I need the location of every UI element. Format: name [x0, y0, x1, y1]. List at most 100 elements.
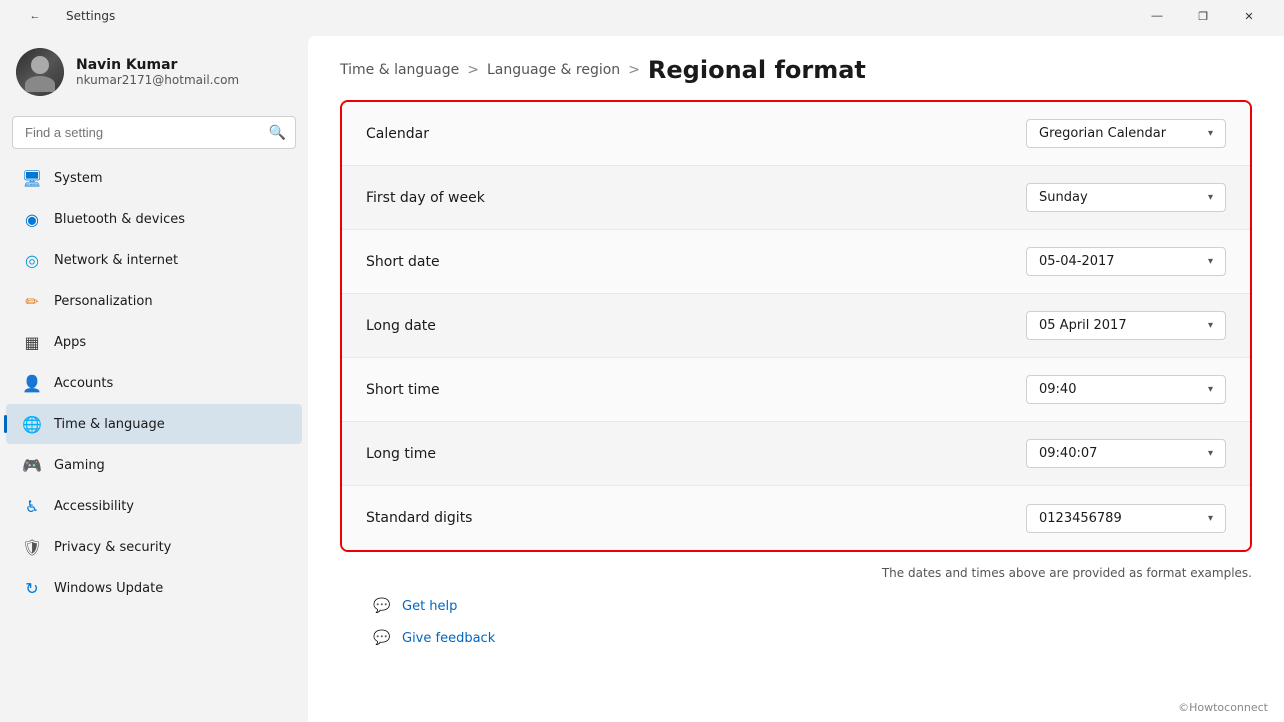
setting-label-6: Standard digits [366, 510, 472, 526]
setting-row-6: Standard digits 0123456789 ▾ [342, 486, 1250, 550]
chevron-down-icon-4: ▾ [1208, 384, 1213, 395]
sidebar-item-accounts[interactable]: 👤Accounts [6, 363, 302, 403]
help-icon: 💬 [372, 596, 392, 616]
sidebar-item-label-update: Windows Update [54, 581, 163, 596]
setting-value-3: 05 April 2017 [1039, 318, 1127, 333]
search-box: 🔍 [12, 116, 296, 149]
setting-label-1: First day of week [366, 190, 485, 206]
give-feedback-label: Give feedback [402, 631, 495, 646]
sidebar-item-update[interactable]: ↻ Windows Update [6, 568, 302, 608]
setting-value-1: Sunday [1039, 190, 1088, 205]
setting-dropdown-4[interactable]: 09:40 ▾ [1026, 375, 1226, 404]
breadcrumb-part2[interactable]: Language & region [487, 62, 620, 78]
user-profile: Navin Kumar nkumar2171@hotmail.com [0, 32, 308, 112]
watermark: ©Howtoconnect [308, 697, 1284, 722]
search-icon: 🔍 [269, 125, 286, 141]
setting-row-2: Short date 05-04-2017 ▾ [342, 230, 1250, 294]
titlebar-left: ← Settings [12, 0, 115, 32]
maximize-button[interactable]: ❐ [1180, 0, 1226, 32]
update-icon: ↻ [22, 578, 42, 598]
setting-dropdown-3[interactable]: 05 April 2017▾ [1026, 311, 1226, 340]
setting-dropdown-2[interactable]: 05-04-2017 ▾ [1026, 247, 1226, 276]
setting-label-2: Short date [366, 254, 440, 270]
avatar-image [16, 48, 64, 96]
app-container: Navin Kumar nkumar2171@hotmail.com 🔍 🖥 Sy… [0, 32, 1284, 722]
minimize-button[interactable]: — [1134, 0, 1180, 32]
sidebar: Navin Kumar nkumar2171@hotmail.com 🔍 🖥 Sy… [0, 32, 308, 722]
sidebar-item-privacy[interactable]: 🛡 Privacy & security [6, 527, 302, 567]
sidebar-item-accessibility[interactable]: ♿ Accessibility [6, 486, 302, 526]
sidebar-item-label-accounts: Accounts [54, 376, 113, 391]
feedback-icon: 💬 [372, 628, 392, 648]
sidebar-item-network[interactable]: ◎Network & internet [6, 240, 302, 280]
close-button[interactable]: ✕ [1226, 0, 1272, 32]
user-name: Navin Kumar [76, 57, 239, 73]
sidebar-item-personalization[interactable]: ✏Personalization [6, 281, 302, 321]
nav-list: 🖥 System ◉ Bluetooth & devices ◎Network & in… [0, 157, 308, 609]
main-content: Time & language > Language & region > Re… [308, 36, 1284, 722]
sidebar-item-time[interactable]: 🌐 Time & language [6, 404, 302, 444]
chevron-down-icon-1: ▾ [1208, 192, 1213, 203]
setting-label-0: Calendar [366, 126, 429, 142]
sidebar-item-label-bluetooth: Bluetooth & devices [54, 212, 185, 227]
user-info: Navin Kumar nkumar2171@hotmail.com [76, 57, 239, 87]
get-help-link[interactable]: 💬 Get help [372, 596, 1220, 616]
give-feedback-link[interactable]: 💬 Give feedback [372, 628, 1220, 648]
back-button[interactable]: ← [12, 0, 58, 32]
setting-value-6: 0123456789 [1039, 511, 1122, 526]
sidebar-item-label-system: System [54, 171, 102, 186]
network-icon: ◎ [22, 250, 42, 270]
setting-value-5: 09:40:07 [1039, 446, 1097, 461]
setting-row-5: Long time 09:40:07 ▾ [342, 422, 1250, 486]
chevron-down-icon-5: ▾ [1208, 448, 1213, 459]
apps-icon: ▦ [22, 332, 42, 352]
avatar [16, 48, 64, 96]
get-help-label: Get help [402, 599, 457, 614]
setting-row-1: First day of week Sunday ▾ [342, 166, 1250, 230]
setting-value-2: 05-04-2017 [1039, 254, 1115, 269]
time-icon: 🌐 [22, 414, 42, 434]
sidebar-item-system[interactable]: 🖥 System [6, 158, 302, 198]
settings-card: CalendarGregorian Calendar▾First day of … [340, 100, 1252, 552]
chevron-down-icon-6: ▾ [1208, 513, 1213, 524]
sidebar-item-label-apps: Apps [54, 335, 86, 350]
sidebar-item-label-gaming: Gaming [54, 458, 105, 473]
setting-dropdown-0[interactable]: Gregorian Calendar ▾ [1026, 119, 1226, 148]
setting-label-3: Long date [366, 318, 436, 334]
format-note: The dates and times above are provided a… [340, 560, 1252, 584]
privacy-icon: 🛡 [22, 537, 42, 557]
chevron-down-icon-2: ▾ [1208, 256, 1213, 267]
setting-dropdown-5[interactable]: 09:40:07 ▾ [1026, 439, 1226, 468]
settings-content: CalendarGregorian Calendar▾First day of … [308, 100, 1284, 697]
setting-row-0: Calendar Gregorian Calendar ▾ [342, 102, 1250, 166]
setting-row-4: Short time 09:40 ▾ [342, 358, 1250, 422]
sidebar-item-label-time: Time & language [54, 417, 165, 432]
setting-label-5: Long time [366, 446, 436, 462]
chevron-down-icon-0: ▾ [1208, 128, 1213, 139]
breadcrumb-current: Regional format [648, 56, 866, 84]
search-input[interactable] [12, 116, 296, 149]
breadcrumb-sep1: > [467, 62, 479, 78]
sidebar-item-label-privacy: Privacy & security [54, 540, 171, 555]
footer-links: 💬 Get help 💬 Give feedback [340, 584, 1252, 664]
setting-dropdown-6[interactable]: 0123456789 ▾ [1026, 504, 1226, 533]
personalization-icon: ✏ [22, 291, 42, 311]
sidebar-item-gaming[interactable]: 🎮 Gaming [6, 445, 302, 485]
sidebar-item-apps[interactable]: ▦ Apps [6, 322, 302, 362]
system-icon: 🖥 [22, 168, 42, 188]
setting-value-4: 09:40 [1039, 382, 1076, 397]
setting-dropdown-1[interactable]: Sunday ▾ [1026, 183, 1226, 212]
gaming-icon: 🎮 [22, 455, 42, 475]
bluetooth-icon: ◉ [22, 209, 42, 229]
setting-row-3: Long date 05 April 2017▾ [342, 294, 1250, 358]
titlebar-title: Settings [66, 9, 115, 23]
user-email: nkumar2171@hotmail.com [76, 73, 239, 87]
titlebar: ← Settings — ❐ ✕ [0, 0, 1284, 32]
sidebar-item-bluetooth[interactable]: ◉ Bluetooth & devices [6, 199, 302, 239]
setting-value-0: Gregorian Calendar [1039, 126, 1166, 141]
setting-label-4: Short time [366, 382, 440, 398]
breadcrumb-part1[interactable]: Time & language [340, 62, 459, 78]
sidebar-item-label-accessibility: Accessibility [54, 499, 134, 514]
window-controls: — ❐ ✕ [1134, 0, 1272, 32]
accessibility-icon: ♿ [22, 496, 42, 516]
